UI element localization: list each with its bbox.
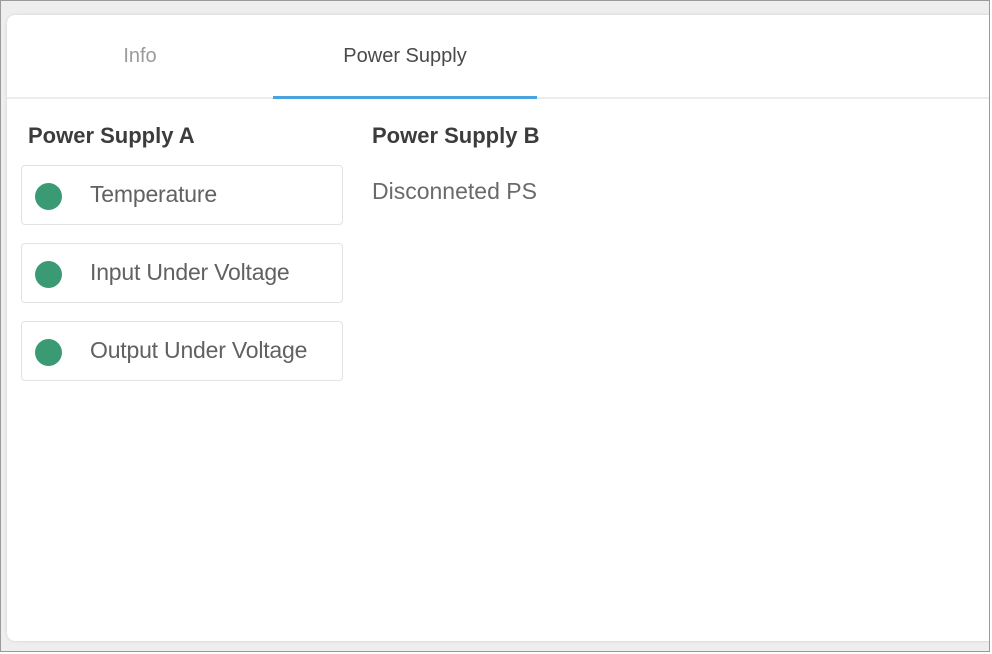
status-indicator-icon — [35, 261, 62, 288]
status-item-label: Temperature — [90, 181, 217, 207]
status-item-input-under-voltage: Input Under Voltage — [21, 243, 343, 303]
status-indicator-icon — [35, 183, 62, 210]
status-item-label: Output Under Voltage — [90, 337, 308, 363]
tab-power-supply[interactable]: Power Supply — [273, 15, 537, 99]
tab-bar: Info Power Supply — [7, 15, 989, 99]
power-supply-b-status: Disconneted PS — [372, 178, 537, 204]
power-supply-panel: Info Power Supply Power Supply A Tempera… — [7, 15, 989, 641]
status-item-output-under-voltage: Output Under Voltage — [21, 321, 343, 381]
window-frame: Info Power Supply Power Supply A Tempera… — [0, 0, 990, 652]
status-indicator-icon — [35, 339, 62, 366]
power-supply-a-title: Power Supply A — [28, 123, 195, 148]
status-item-label: Input Under Voltage — [90, 259, 290, 285]
tab-info[interactable]: Info — [7, 15, 273, 97]
power-supply-b-title: Power Supply B — [372, 123, 540, 148]
status-item-temperature: Temperature — [21, 165, 343, 225]
